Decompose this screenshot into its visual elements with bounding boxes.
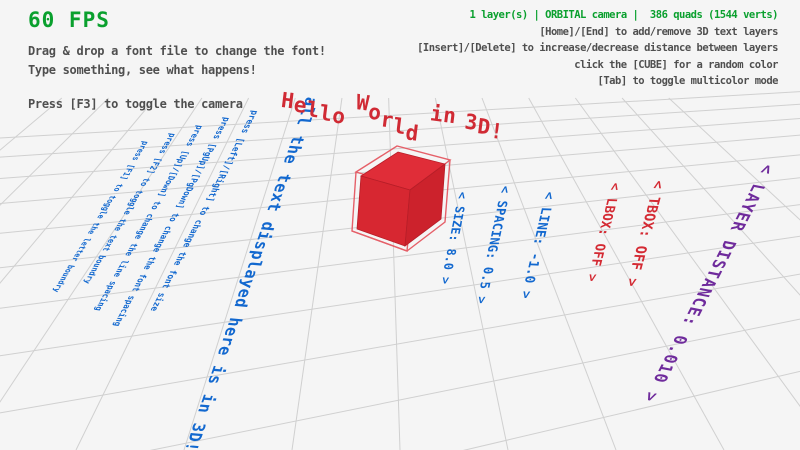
fps-counter: 60 FPS xyxy=(28,8,110,32)
help-multicolor: [Tab] to toggle multicolor mode xyxy=(417,75,778,87)
status-line: 1 layer(s) | ORBITAL camera | 386 quads … xyxy=(417,9,778,21)
3d-viewport[interactable]: press [F1] to toggle the letter boundry … xyxy=(0,0,800,450)
help-layer-distance: [Insert]/[Delete] to increase/decrease d… xyxy=(417,42,778,54)
hint-drag-drop: Drag & drop a font file to change the fo… xyxy=(28,44,326,58)
hud-right-block: 1 layer(s) | ORBITAL camera | 386 quads … xyxy=(417,9,778,87)
hint-type: Type something, see what happens! xyxy=(28,63,257,77)
help-layers: [Home]/[End] to add/remove 3D text layer… xyxy=(417,26,778,38)
hint-camera-toggle: Press [F3] to toggle the camera xyxy=(28,97,243,111)
help-cube-color: click the [CUBE] for a random color xyxy=(417,59,778,71)
